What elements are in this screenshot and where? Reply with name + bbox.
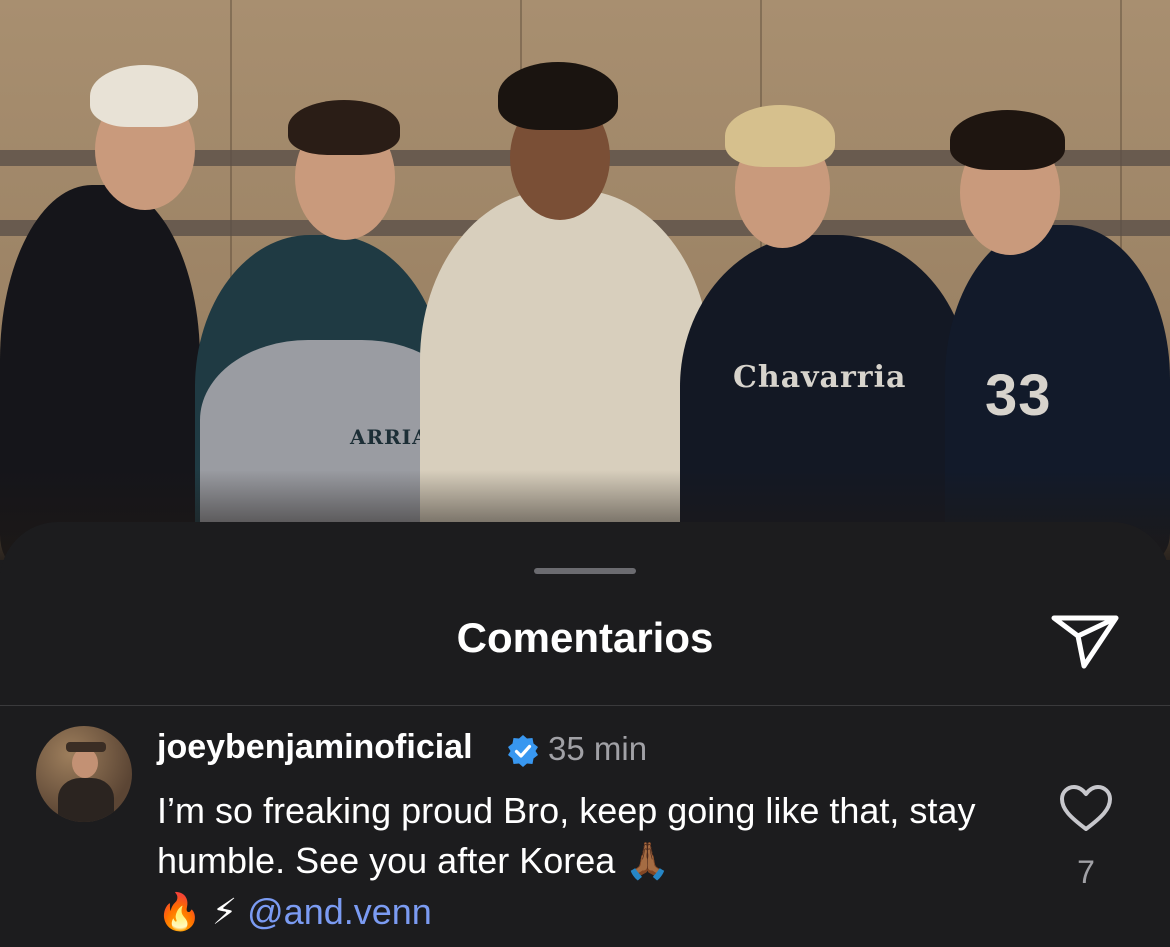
mention-link[interactable]: @and.venn xyxy=(247,891,432,932)
comments-sheet: Comentarios joeybenjaminoficial 35 min I… xyxy=(0,522,1170,947)
comment-body: I’m so freaking proud Bro, keep going li… xyxy=(157,790,976,881)
avatar-hat xyxy=(66,742,106,752)
sheet-title: Comentarios xyxy=(456,614,714,661)
person-4-hair xyxy=(725,105,835,167)
header-divider xyxy=(0,705,1170,706)
person-2-hair xyxy=(288,100,400,155)
bandana xyxy=(90,65,198,127)
like-button[interactable] xyxy=(1058,784,1114,834)
avatar[interactable] xyxy=(36,726,132,822)
lightning-emoji: ⚡ xyxy=(211,892,238,933)
sleeve-print: ARRIA xyxy=(350,425,429,449)
jersey-number: 33 xyxy=(985,363,1052,428)
pray-emoji: 🙏🏾 xyxy=(625,841,671,882)
person-3-hair xyxy=(498,62,618,130)
sheet-grabber[interactable] xyxy=(534,568,636,574)
comment-username[interactable]: joeybenjaminoficial xyxy=(157,728,473,767)
heart-outline-icon xyxy=(1060,785,1112,831)
jersey-print: Chavarria xyxy=(733,360,907,395)
like-count: 7 xyxy=(1077,854,1095,890)
comment-time: 35 min xyxy=(548,730,648,767)
avatar-head xyxy=(72,748,98,778)
post-photo: ARRIA Chavarria 33 xyxy=(0,0,1170,560)
verified-badge-icon xyxy=(508,735,538,767)
person-5-hair xyxy=(950,110,1065,170)
paper-plane-icon xyxy=(1051,615,1119,669)
comment-text: I’m so freaking proud Bro, keep going li… xyxy=(157,786,977,938)
avatar-body xyxy=(58,778,114,822)
fire-emoji: 🔥 xyxy=(157,892,202,933)
share-button[interactable] xyxy=(1048,610,1122,672)
